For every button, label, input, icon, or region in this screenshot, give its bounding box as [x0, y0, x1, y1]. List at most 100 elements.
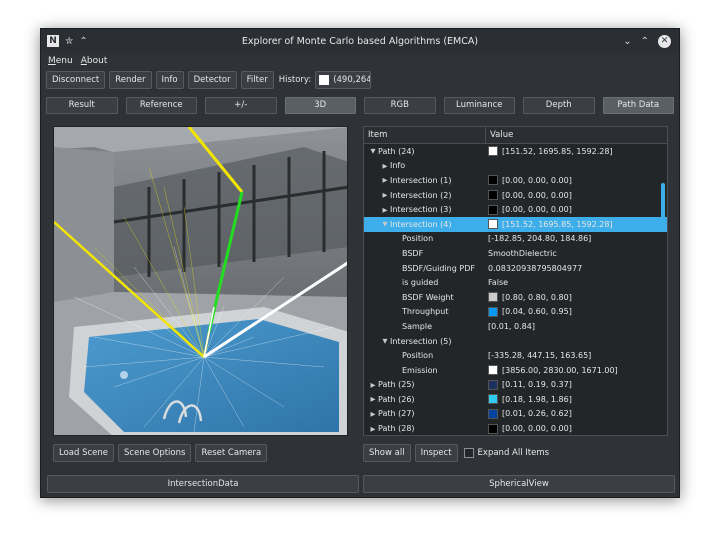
intersection-data-button[interactable]: IntersectionData	[47, 475, 359, 493]
menu-item-menu[interactable]: Menu	[48, 56, 73, 66]
path-data-tree[interactable]: Item Value ▼ Path (24) [151.52, 1695.85, 1…	[363, 126, 668, 436]
tree-row[interactable]: ▶ Path (26) [0.18, 1.98, 1.86]	[364, 392, 667, 407]
spherical-view-button[interactable]: SphericalView	[363, 475, 675, 493]
tree-row-label: Throughput	[402, 307, 449, 317]
tree-row-item: ▶ Intersection (2)	[364, 191, 486, 200]
tree-row[interactable]: BSDF SmoothDielectric	[364, 246, 667, 261]
tree-row[interactable]: Position [-335.28, 447.15, 163.65]	[364, 348, 667, 363]
tree-row-label: Position	[402, 351, 434, 361]
tab-luminance[interactable]: Luminance	[443, 97, 515, 114]
expand-right-icon[interactable]: ▶	[380, 162, 390, 170]
info-button[interactable]: Info	[155, 71, 184, 89]
expand-right-icon[interactable]: ▶	[380, 176, 390, 184]
tree-row[interactable]: Throughput [0.04, 0.60, 0.95]	[364, 305, 667, 320]
detector-button[interactable]: Detector	[187, 71, 237, 89]
tree-row[interactable]: ▼ Path (24) [151.52, 1695.85, 1592.28]	[364, 144, 667, 159]
expand-right-icon[interactable]: ▶	[368, 395, 378, 403]
tree-row-item: is guided	[364, 278, 486, 287]
tree-row-value-text: [-335.28, 447.15, 163.65]	[488, 351, 592, 361]
expand-right-icon[interactable]: ▶	[368, 410, 378, 418]
tree-row-item: ▼ Intersection (5)	[364, 337, 486, 346]
tab-reference[interactable]: Reference	[125, 97, 197, 114]
tree-row-value-text: [0.04, 0.60, 0.95]	[502, 307, 572, 317]
expand-down-icon[interactable]: ▼	[380, 337, 390, 345]
expand-right-icon[interactable]: ▶	[380, 206, 390, 214]
tree-row[interactable]: ▶ Path (25) [0.11, 0.19, 0.37]	[364, 378, 667, 393]
view-tabs: Result Reference +/- 3D RGB Luminance De…	[46, 97, 674, 115]
scene-3d-viewport[interactable]	[53, 126, 348, 436]
tab-difference[interactable]: +/-	[205, 97, 277, 114]
scene-options-button[interactable]: Scene Options	[118, 444, 192, 462]
tab-depth[interactable]: Depth	[523, 97, 595, 114]
expand-down-icon[interactable]: ▼	[368, 147, 378, 155]
load-scene-button[interactable]: Load Scene	[53, 444, 115, 462]
expand-right-icon[interactable]: ▶	[368, 425, 378, 433]
column-header-value[interactable]: Value	[486, 127, 667, 143]
tree-row-label: Path (27)	[378, 409, 415, 419]
maximize-icon[interactable]: ⌃	[641, 36, 649, 47]
history-combobox[interactable]: (490,264	[315, 71, 372, 89]
menu-item-about[interactable]: About	[81, 56, 108, 66]
viewport-buttons: Load Scene Scene Options Reset Camera	[53, 444, 268, 462]
inspect-button[interactable]: Inspect	[414, 444, 458, 462]
pin-icon[interactable]: ✮	[65, 36, 73, 47]
tab-result[interactable]: Result	[46, 97, 118, 114]
tree-row[interactable]: ▶ Intersection (2) [0.00, 0.00, 0.00]	[364, 188, 667, 203]
title-bar-right: ⌄ ⌃ ✕	[599, 34, 679, 48]
show-all-button[interactable]: Show all	[363, 444, 411, 462]
tree-row[interactable]: ▶ Path (28) [0.00, 0.00, 0.00]	[364, 421, 667, 435]
tree-row[interactable]: ▶ Info	[364, 159, 667, 174]
tree-row-value-text: [0.01, 0.84]	[488, 321, 535, 331]
reset-camera-button[interactable]: Reset Camera	[195, 444, 268, 462]
keep-above-icon[interactable]: ⌃	[79, 36, 87, 47]
tree-row-value: [151.52, 1695.85, 1592.28]	[486, 219, 667, 230]
tree-row[interactable]: ▶ Intersection (1) [0.00, 0.00, 0.00]	[364, 173, 667, 188]
close-icon[interactable]: ✕	[658, 34, 671, 48]
tree-row-value-text: [0.80, 0.80, 0.80]	[502, 292, 572, 302]
tree-row[interactable]: Position [-182.85, 204.80, 184.86]	[364, 232, 667, 247]
expand-down-icon[interactable]: ▼	[380, 220, 390, 228]
color-swatch	[488, 423, 498, 434]
color-swatch	[488, 394, 498, 405]
column-header-item[interactable]: Item	[364, 127, 486, 143]
color-swatch	[488, 292, 498, 303]
tree-row[interactable]: BSDF/Guiding PDF 0.08320938795804977	[364, 261, 667, 276]
tree-rows: ▼ Path (24) [151.52, 1695.85, 1592.28] ▶ Inf…	[364, 144, 667, 435]
tree-row-item: ▶ Intersection (3)	[364, 205, 486, 214]
tree-row[interactable]: is guided False	[364, 275, 667, 290]
tree-row-value: 0.08320938795804977	[486, 264, 667, 273]
tree-row-item: Throughput	[364, 307, 486, 316]
tree-row-item: Emission	[364, 366, 486, 375]
tree-row[interactable]: BSDF Weight [0.80, 0.80, 0.80]	[364, 290, 667, 305]
tree-row-item: Sample	[364, 322, 486, 331]
tab-3d[interactable]: 3D	[284, 97, 356, 114]
menu-bar: Menu About	[41, 53, 679, 69]
tree-row[interactable]: Sample [0.01, 0.84]	[364, 319, 667, 334]
tree-row-value: [0.11, 0.19, 0.37]	[486, 379, 667, 390]
tree-row-value-text: [0.00, 0.00, 0.00]	[502, 175, 572, 185]
color-swatch	[488, 408, 498, 419]
tree-row[interactable]: ▶ Path (27) [0.01, 0.26, 0.62]	[364, 407, 667, 422]
tree-row[interactable]: Emission [3856.00, 2830.00, 1671.00]	[364, 363, 667, 378]
tab-rgb[interactable]: RGB	[364, 97, 436, 114]
expand-right-icon[interactable]: ▶	[368, 381, 378, 389]
tree-row[interactable]: ▼ Intersection (4) [151.52, 1695.85, 1592.…	[364, 216, 667, 232]
tab-path-data[interactable]: Path Data	[602, 97, 674, 114]
tree-row[interactable]: ▼ Intersection (5)	[364, 334, 667, 349]
tree-row[interactable]: ▶ Intersection (3) [0.00, 0.00, 0.00]	[364, 202, 667, 217]
disconnect-button[interactable]: Disconnect	[46, 71, 106, 89]
tree-row-value: [3856.00, 2830.00, 1671.00]	[486, 365, 667, 376]
expand-all-checkbox[interactable]	[463, 448, 474, 458]
history-value: (490,264	[333, 75, 372, 85]
minimize-icon[interactable]: ⌄	[623, 36, 631, 47]
tree-row-label: BSDF Weight	[402, 292, 454, 302]
render-button[interactable]: Render	[109, 71, 152, 89]
tree-row-value-text: [0.00, 0.00, 0.00]	[502, 205, 572, 215]
color-swatch	[488, 365, 498, 376]
tree-scrollbar[interactable]	[661, 183, 665, 221]
tree-row-label: Emission	[402, 365, 438, 375]
tree-row-item: ▼ Path (24)	[364, 147, 486, 156]
expand-right-icon[interactable]: ▶	[380, 191, 390, 199]
tree-row-item: ▼ Intersection (4)	[364, 220, 486, 229]
filter-button[interactable]: Filter	[240, 71, 274, 89]
